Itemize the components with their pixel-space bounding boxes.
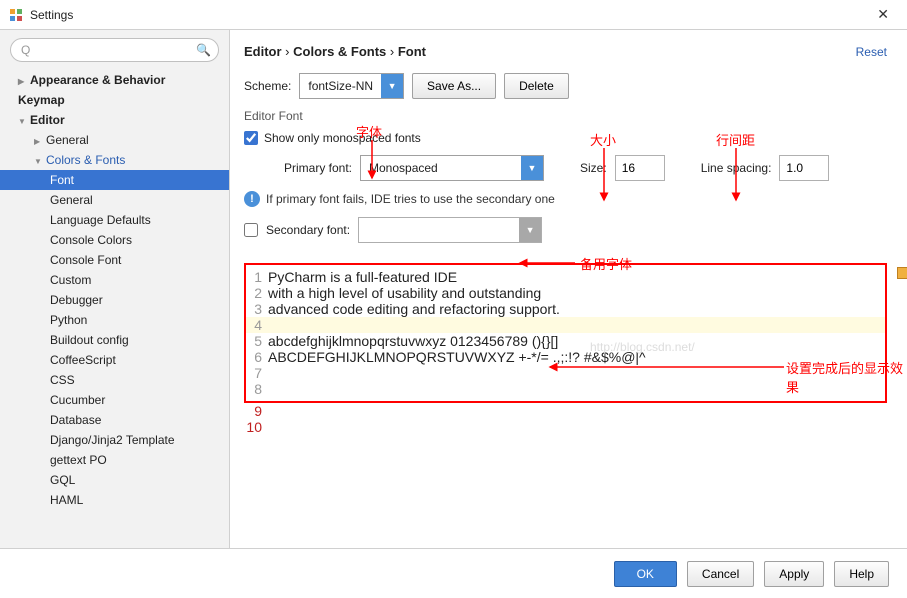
tree-item-label: Debugger <box>50 293 103 307</box>
tree-item-label: Custom <box>50 273 91 287</box>
tree-item-label: General <box>46 133 89 147</box>
tree-item-label: General <box>50 193 93 207</box>
ok-button[interactable]: OK <box>614 561 677 587</box>
reset-link[interactable]: Reset <box>856 45 887 59</box>
primary-font-label: Primary font: <box>284 161 352 175</box>
tree-item-label: CoffeeScript <box>50 353 116 367</box>
scheme-dropdown[interactable]: fontSize-NN ▼ <box>299 73 404 99</box>
tree-item[interactable]: CSS <box>0 370 229 390</box>
chevron-down-icon: ▼ <box>519 218 541 242</box>
tree-item[interactable]: Python <box>0 310 229 330</box>
search-input[interactable] <box>10 38 219 62</box>
window-title: Settings <box>30 8 73 22</box>
scheme-label: Scheme: <box>244 79 291 93</box>
help-button[interactable]: Help <box>834 561 889 587</box>
tree-item[interactable]: Database <box>0 410 229 430</box>
line-spacing-label: Line spacing: <box>701 161 772 175</box>
content-panel: Editor › Colors & Fonts › Font Reset Sch… <box>230 30 907 548</box>
cancel-button[interactable]: Cancel <box>687 561 754 587</box>
secondary-font-dropdown[interactable]: ▼ <box>358 217 542 243</box>
gutter-marker-icon <box>897 267 907 279</box>
tree-item-label: Database <box>50 413 101 427</box>
expand-icon <box>34 133 42 147</box>
info-text: If primary font fails, IDE tries to use … <box>266 192 555 206</box>
secondary-font-label: Secondary font: <box>266 223 350 237</box>
tree-item-label: Django/Jinja2 Template <box>50 433 175 447</box>
tree-item-label: Font <box>50 173 74 187</box>
show-monospaced-label: Show only monospaced fonts <box>264 131 421 145</box>
watermark: http://blog.csdn.net/ <box>590 340 695 354</box>
tree-item-label: GQL <box>50 473 75 487</box>
show-monospaced-checkbox[interactable] <box>244 131 258 145</box>
tree-item[interactable]: GQL <box>0 470 229 490</box>
breadcrumb: Editor › Colors & Fonts › Font <box>244 44 426 59</box>
editor-font-heading: Editor Font <box>244 109 887 123</box>
chevron-down-icon: ▼ <box>521 156 543 180</box>
tree-item-label: Console Colors <box>50 233 132 247</box>
line-spacing-input[interactable] <box>779 155 829 181</box>
tree-item-label: Python <box>50 313 87 327</box>
tree-item-label: Keymap <box>18 93 65 107</box>
window-close-button[interactable]: ✕ <box>867 2 899 27</box>
expand-icon <box>18 113 26 127</box>
tree-item[interactable]: gettext PO <box>0 450 229 470</box>
tree-item[interactable]: Keymap <box>0 90 229 110</box>
tree-item[interactable]: Django/Jinja2 Template <box>0 430 229 450</box>
secondary-font-checkbox[interactable] <box>244 223 258 237</box>
expand-icon <box>18 73 26 87</box>
tree-item-label: Editor <box>30 113 65 127</box>
tree-item[interactable]: Appearance & Behavior <box>0 70 229 90</box>
tree-item-label: Appearance & Behavior <box>30 73 165 87</box>
save-as-button[interactable]: Save As... <box>412 73 496 99</box>
tree-item-label: Buildout config <box>50 333 129 347</box>
tree-item[interactable]: Debugger <box>0 290 229 310</box>
settings-tree[interactable]: Appearance & Behavior Keymap Editor General… <box>0 70 229 548</box>
main-area: 🔍 Appearance & Behavior Keymap Editor Gener… <box>0 30 907 548</box>
delete-button[interactable]: Delete <box>504 73 569 99</box>
tree-item-label: Console Font <box>50 253 121 267</box>
tree-item[interactable]: Console Colors <box>0 230 229 250</box>
tree-item[interactable]: General <box>0 190 229 210</box>
tree-item[interactable]: General <box>0 130 229 150</box>
sidebar: 🔍 Appearance & Behavior Keymap Editor Gener… <box>0 30 230 548</box>
titlebar: Settings ✕ <box>0 0 907 30</box>
tree-item[interactable]: Buildout config <box>0 330 229 350</box>
info-icon: ! <box>244 191 260 207</box>
dialog-button-bar: OK Cancel Apply Help <box>0 548 907 598</box>
tree-item[interactable]: Console Font <box>0 250 229 270</box>
tree-item[interactable]: Language Defaults <box>0 210 229 230</box>
primary-font-dropdown[interactable]: Monospaced ▼ <box>360 155 544 181</box>
tree-item[interactable]: CoffeeScript <box>0 350 229 370</box>
tree-item-label: CSS <box>50 373 75 387</box>
settings-form: Scheme: fontSize-NN ▼ Save As... Delete … <box>230 69 907 263</box>
tree-item-label: Cucumber <box>50 393 105 407</box>
tree-item-label: gettext PO <box>50 453 107 467</box>
chevron-down-icon: ▼ <box>381 74 403 98</box>
tree-item[interactable]: Editor <box>0 110 229 130</box>
tree-item-label: HAML <box>50 493 83 507</box>
size-input[interactable] <box>615 155 665 181</box>
tree-item[interactable]: Font <box>0 170 229 190</box>
tree-item-label: Language Defaults <box>50 213 151 227</box>
tree-item[interactable]: Custom <box>0 270 229 290</box>
app-logo-icon <box>8 7 24 23</box>
tree-item[interactable]: Colors & Fonts <box>0 150 229 170</box>
preview-extra-lines: 910 <box>244 403 887 435</box>
font-preview: 1PyCharm is a full-featured IDE2with a h… <box>244 263 887 403</box>
tree-item[interactable]: Cucumber <box>0 390 229 410</box>
tree-item-label: Colors & Fonts <box>46 153 125 167</box>
search-icon: 🔍 <box>196 43 211 57</box>
apply-button[interactable]: Apply <box>764 561 824 587</box>
expand-icon <box>34 153 42 167</box>
tree-item[interactable]: HAML <box>0 490 229 510</box>
size-label: Size: <box>580 161 607 175</box>
